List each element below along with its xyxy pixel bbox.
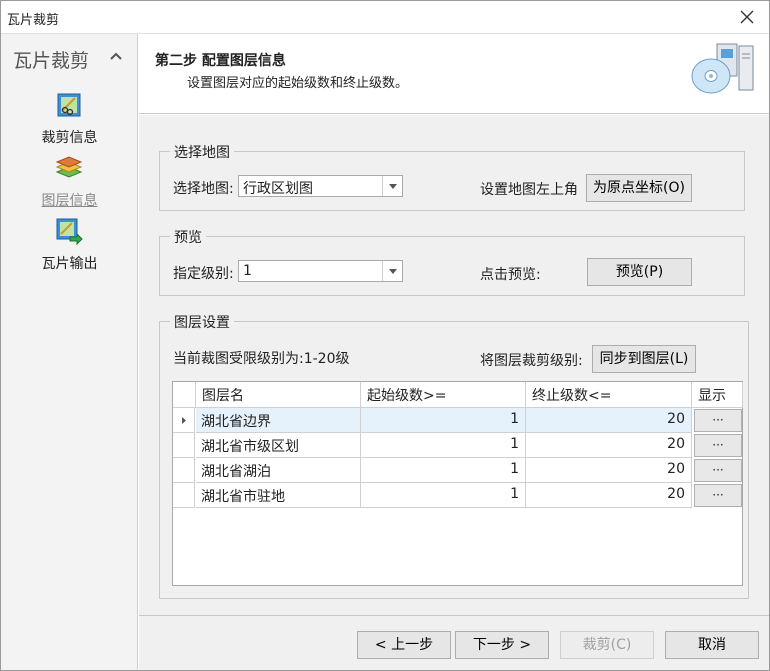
title-bar: 瓦片裁剪 xyxy=(1,1,769,33)
sync-to-layer-button[interactable]: 同步到图层(L) xyxy=(592,345,696,373)
close-button[interactable] xyxy=(733,5,761,29)
show-settings-button[interactable]: ··· xyxy=(694,484,742,507)
map-group-legend: 选择地图 xyxy=(170,142,234,162)
table-cell-end[interactable]: 20 xyxy=(526,483,692,508)
table-cell-name[interactable]: 湖北省湖泊 xyxy=(196,458,361,483)
level-label: 指定级别: xyxy=(173,266,234,282)
tile-clip-dialog: 瓦片裁剪 瓦片裁剪 裁剪信息 图层信息 瓦片输出 第二步 配置图层信息 设置图层… xyxy=(0,0,770,671)
step-header: 第二步 配置图层信息 设置图层对应的起始级数和终止级数。 xyxy=(139,33,769,114)
range-text: 当前裁图受限级别为:1-20级 xyxy=(173,351,350,367)
show-settings-button[interactable]: ··· xyxy=(694,409,742,432)
show-settings-button[interactable]: ··· xyxy=(694,459,742,482)
wizard-footer: < 上一步 下一步 > 裁剪(C) 取消 xyxy=(139,615,769,670)
click-preview-label: 点击预览: xyxy=(480,267,541,283)
map-select[interactable]: 行政区划图 xyxy=(238,175,403,197)
table-cell-end[interactable]: 20 xyxy=(526,433,692,458)
chevron-up-icon[interactable] xyxy=(107,48,125,66)
show-settings-button[interactable]: ··· xyxy=(694,434,742,457)
computer-disc-icon xyxy=(691,43,754,94)
column-header-name[interactable]: 图层名 xyxy=(196,382,361,408)
set-origin-button[interactable]: 为原点坐标(O) xyxy=(586,174,692,202)
clip-button[interactable]: 裁剪(C) xyxy=(560,631,654,659)
sidebar-item-label: 裁剪信息 xyxy=(41,130,98,146)
sidebar-item-clip-info[interactable]: 裁剪信息 xyxy=(1,91,138,151)
preview-group-legend: 预览 xyxy=(170,227,206,247)
clip-icon xyxy=(57,93,81,117)
row-header[interactable] xyxy=(173,433,195,458)
origin-label: 设置地图左上角 xyxy=(480,182,578,198)
content-area: 选择地图 选择地图: 行政区划图 设置地图左上角 为原点坐标(O) 预览 指定级… xyxy=(139,115,769,615)
table-cell-start[interactable]: 1 xyxy=(361,433,526,458)
sidebar-item-layer-info[interactable]: 图层信息 xyxy=(1,154,138,214)
sidebar-item-label: 瓦片输出 xyxy=(41,256,98,272)
close-icon xyxy=(740,10,754,24)
table-cell-start[interactable]: 1 xyxy=(361,483,526,508)
window-title: 瓦片裁剪 xyxy=(7,13,60,28)
row-header[interactable] xyxy=(173,483,195,508)
sidebar-item-tile-output[interactable]: 瓦片输出 xyxy=(1,217,138,277)
table-cell-name[interactable]: 湖北省市级区划 xyxy=(196,433,361,458)
preview-button[interactable]: 预览(P) xyxy=(587,258,692,286)
level-select-value: 1 xyxy=(243,263,252,279)
cancel-button[interactable]: 取消 xyxy=(665,631,759,659)
column-header-start[interactable]: 起始级数>= xyxy=(361,382,526,408)
prev-step-button[interactable]: < 上一步 xyxy=(357,631,451,659)
row-pointer-icon xyxy=(182,417,186,424)
dropdown-arrow-icon xyxy=(382,261,402,281)
map-select-value: 行政区划图 xyxy=(243,181,313,197)
layer-group-legend: 图层设置 xyxy=(170,312,234,332)
table-cell-end[interactable]: 20 xyxy=(526,458,692,483)
sidebar-item-label: 图层信息 xyxy=(41,193,98,209)
row-header[interactable] xyxy=(173,408,195,433)
column-header-show[interactable]: 显示 xyxy=(692,382,743,408)
step-title: 第二步 配置图层信息 xyxy=(155,53,286,69)
level-select[interactable]: 1 xyxy=(238,260,403,282)
table-cell-start[interactable]: 1 xyxy=(361,408,526,433)
select-map-label: 选择地图: xyxy=(173,181,234,197)
sidebar: 瓦片裁剪 裁剪信息 图层信息 瓦片输出 xyxy=(1,33,138,670)
step-subtitle: 设置图层对应的起始级数和终止级数。 xyxy=(187,76,409,91)
layer-table: 图层名 起始级数>= 终止级数<= 显示 湖北省边界 1 20 ··· 湖北省市… xyxy=(172,381,743,586)
column-header-end[interactable]: 终止级数<= xyxy=(526,382,692,408)
dropdown-arrow-icon xyxy=(382,176,402,196)
export-icon xyxy=(56,218,83,245)
table-cell-end[interactable]: 20 xyxy=(526,408,692,433)
sidebar-title: 瓦片裁剪 xyxy=(13,50,90,72)
sync-label: 将图层裁剪级别: xyxy=(480,353,583,369)
table-cell-name[interactable]: 湖北省市驻地 xyxy=(196,483,361,508)
layers-icon xyxy=(55,156,83,178)
table-cell-start[interactable]: 1 xyxy=(361,458,526,483)
row-header[interactable] xyxy=(173,458,195,483)
table-cell-name[interactable]: 湖北省边界 xyxy=(196,408,361,433)
next-step-button[interactable]: 下一步 > xyxy=(455,631,549,659)
table-corner xyxy=(173,382,196,408)
